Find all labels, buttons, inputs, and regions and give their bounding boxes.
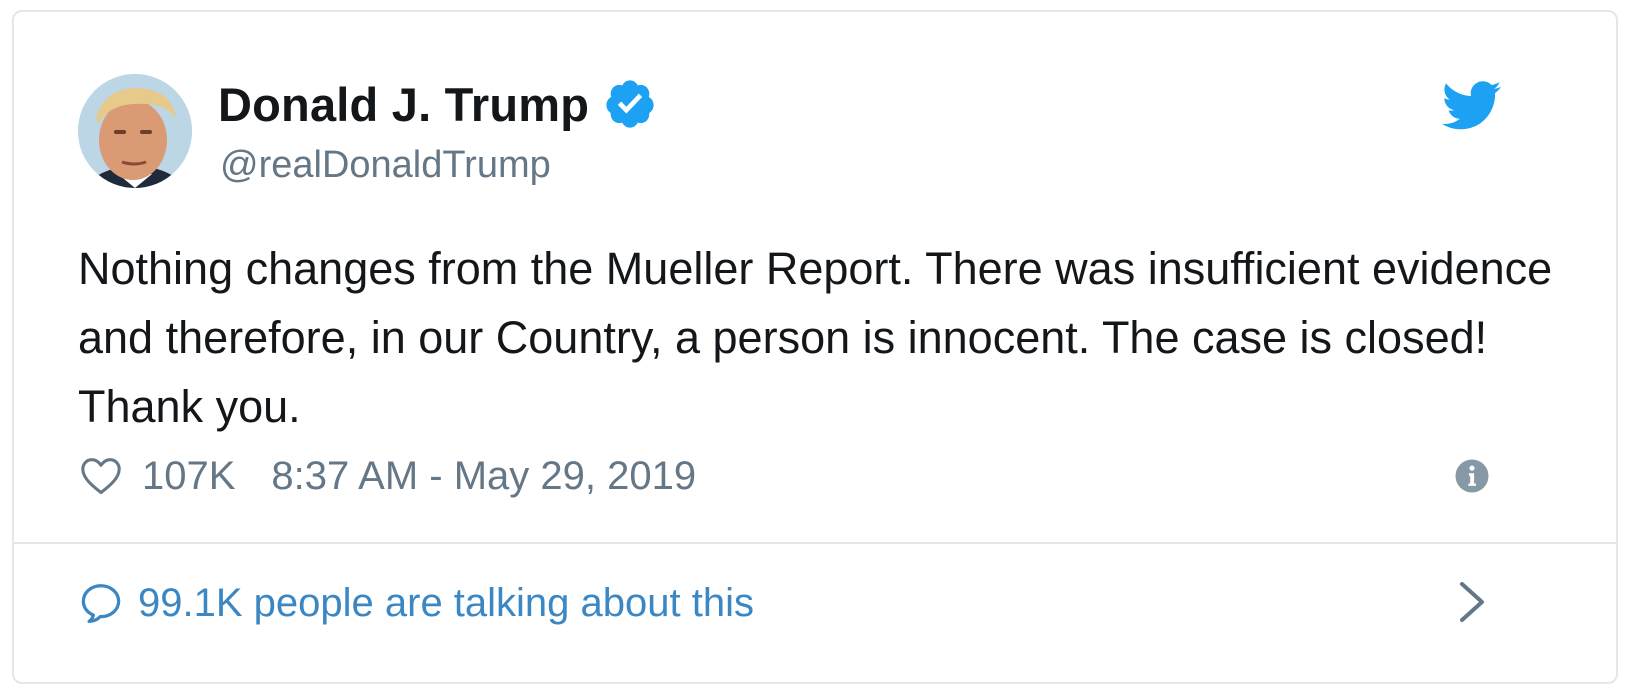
speech-bubble-icon [81,584,121,624]
avatar[interactable] [78,74,192,188]
verified-badge-icon [606,80,654,128]
tweet-meta: 107K 8:37 AM - May 29, 2019 [78,450,696,502]
author-name-row[interactable]: Donald J. Trump [218,74,657,134]
twitter-bird-icon[interactable] [1442,80,1502,132]
avatar-image [78,74,192,188]
conversation-link[interactable]: 99.1K people are talking about this [78,576,754,630]
conversation-label[interactable]: 99.1K people are talking about this [138,581,754,626]
info-icon[interactable] [1454,458,1490,494]
divider [14,542,1616,544]
chevron-right-icon[interactable] [1458,582,1486,622]
tweet-text: Nothing changes from the Mueller Report.… [78,243,1553,432]
heart-icon[interactable] [78,453,124,499]
author-handle[interactable]: @realDonaldTrump [220,144,551,187]
tweet-card[interactable]: Donald J. Trump @realDonaldTrump Nothing… [12,10,1618,684]
author-name[interactable]: Donald J. Trump [218,77,589,132]
like-count[interactable]: 107K [142,454,235,499]
tweet-timestamp[interactable]: 8:37 AM - May 29, 2019 [271,454,696,499]
